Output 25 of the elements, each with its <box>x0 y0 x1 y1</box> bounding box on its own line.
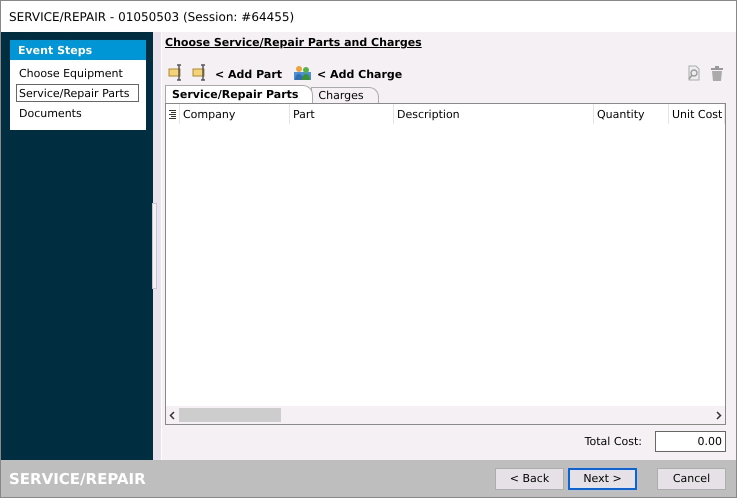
panel-header: Event Steps <box>10 40 146 60</box>
column-header[interactable]: Description <box>394 104 594 124</box>
wizard-button[interactable]: Cancel <box>657 468 726 490</box>
column-header[interactable]: Quantity <box>594 104 669 124</box>
step-item[interactable]: Service/Repair Parts <box>16 84 139 102</box>
scroll-left-icon[interactable] <box>169 410 175 420</box>
splitter-handle[interactable] <box>152 203 157 289</box>
scroll-right-icon[interactable] <box>716 410 722 420</box>
column-header[interactable]: Part <box>290 104 394 124</box>
footer-title: SERVICE/REPAIR <box>9 470 146 488</box>
total-cost-label: Total Cost: <box>584 435 642 448</box>
column-header[interactable]: Company <box>180 104 290 124</box>
wizard-button[interactable]: < Back <box>495 468 564 490</box>
section-heading: Choose Service/Repair Parts and Charges <box>165 36 422 49</box>
add-part-button[interactable]: < Add Part <box>192 64 282 81</box>
people-icon <box>294 64 312 81</box>
column-header[interactable]: Unit Cost <box>669 104 725 124</box>
horizontal-scrollbar[interactable] <box>166 406 725 424</box>
add-charge-button[interactable]: < Add Charge <box>294 64 402 81</box>
tab[interactable]: Charges <box>311 87 379 103</box>
column-chooser-icon[interactable] <box>166 104 180 124</box>
tab[interactable]: Service/Repair Parts <box>165 85 314 103</box>
total-cost-field[interactable]: 0.00 <box>655 431 726 452</box>
window-title: SERVICE/REPAIR - 01050503 (Session: #64455) <box>9 10 294 24</box>
wizard-button[interactable]: Next > <box>568 468 637 490</box>
